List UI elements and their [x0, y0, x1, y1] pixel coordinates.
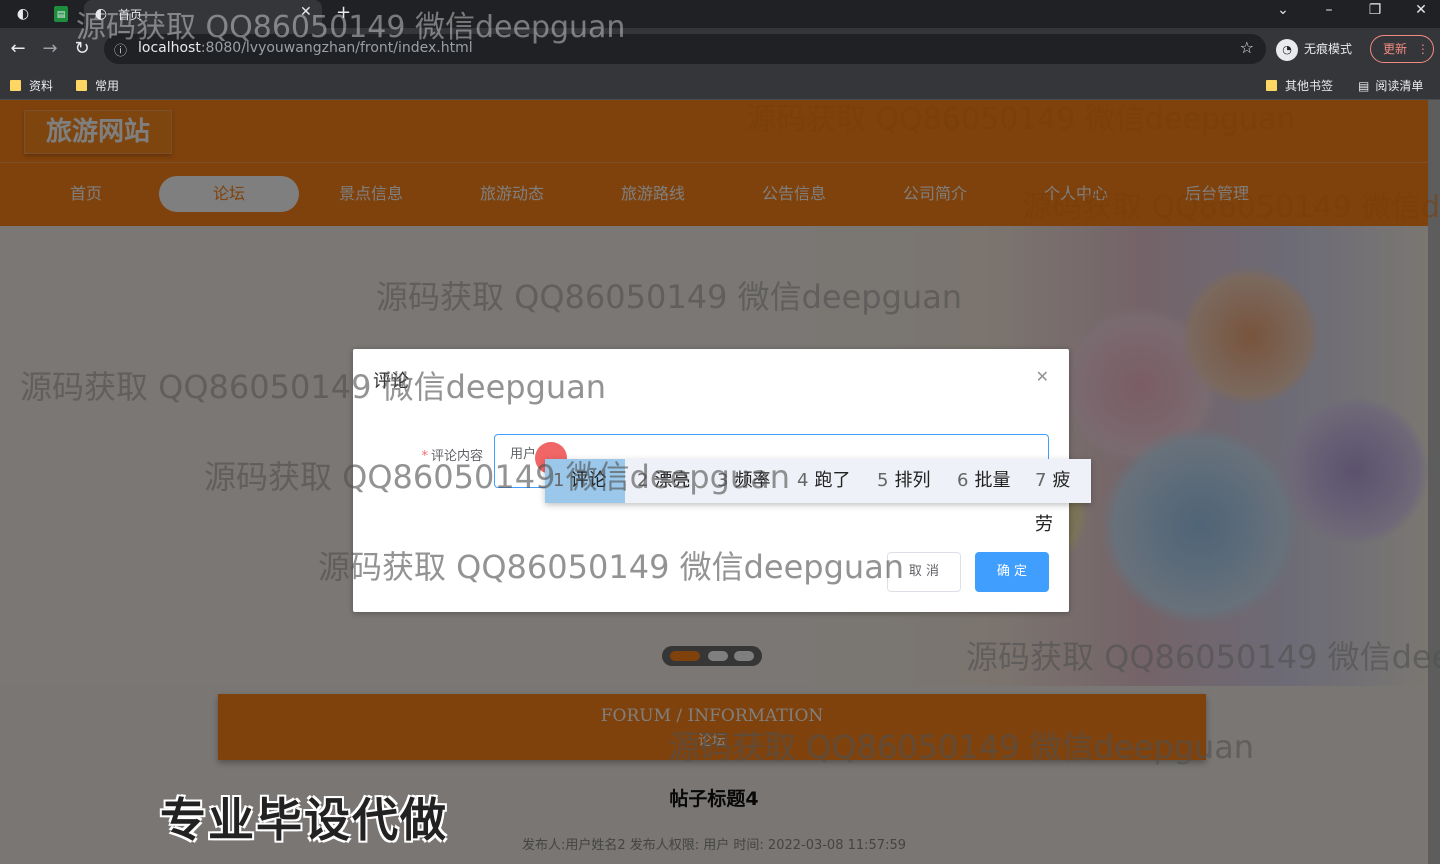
ime-candidate[interactable]: 2 漂亮 [629, 459, 698, 503]
new-tab-icon[interactable]: + [336, 2, 351, 23]
close-icon[interactable]: ✕ [1036, 367, 1049, 386]
folder-icon [1266, 80, 1277, 91]
incognito-icon: ◔ [1276, 38, 1298, 61]
browser-titlebar: ◐ ▤ ◐ 首页 ✕ + ⌄ – ❐ ✕ [0, 0, 1440, 28]
page-scrollbar[interactable] [1428, 100, 1440, 864]
reload-icon[interactable]: ↻ [70, 38, 94, 59]
address-bar[interactable]: ⓘ localhost:8080/lvyouwangzhan/front/ind… [104, 34, 1266, 64]
sheets-icon[interactable]: ▤ [54, 6, 68, 22]
ime-candidate[interactable]: 5 排列 [869, 459, 938, 503]
confirm-button[interactable]: 确 定 [975, 552, 1049, 592]
comment-textarea-value: 用户 [510, 447, 537, 462]
tab-favicon-icon: ◐ [94, 6, 108, 22]
bookmark-folder-other[interactable]: 其他书签 [1266, 77, 1333, 94]
bookmarks-bar: 资料 常用 其他书签 ▤ 阅读清单 [0, 70, 1440, 100]
ime-candidate[interactable]: 3 频率 [709, 459, 778, 503]
cancel-button[interactable]: 取 消 [887, 552, 961, 592]
reading-list-icon: ▤ [1358, 79, 1370, 93]
bookmark-folder-ziliao[interactable]: 资料 [10, 77, 53, 94]
reading-list[interactable]: ▤ 阅读清单 [1358, 77, 1423, 94]
ime-candidate[interactable]: 4 跑了 [789, 459, 858, 503]
dialog-title: 评论 [373, 371, 409, 392]
update-button[interactable]: 更新 ⋮ [1370, 35, 1434, 63]
browser-logo-icon: ◐ [16, 6, 30, 22]
ime-candidate[interactable]: 7 疲劳 [1027, 459, 1091, 535]
folder-icon [10, 80, 21, 91]
incognito-indicator[interactable]: ◔ 无痕模式 [1276, 36, 1352, 62]
site-info-icon[interactable]: ⓘ [114, 40, 127, 59]
restore-icon[interactable]: ❐ [1360, 2, 1390, 18]
minimize-icon[interactable]: – [1314, 2, 1344, 18]
tab-search-icon[interactable]: ⌄ [1268, 2, 1298, 18]
menu-dots-icon: ⋮ [1416, 42, 1429, 56]
forward-icon[interactable]: → [38, 38, 62, 59]
browser-tab[interactable]: ◐ 首页 ✕ [84, 0, 322, 28]
back-icon[interactable]: ← [6, 38, 30, 59]
ime-candidate[interactable]: 6 批量 [949, 459, 1018, 503]
tab-title: 首页 [118, 8, 143, 22]
bookmark-folder-changyong[interactable]: 常用 [76, 77, 119, 94]
window-close-icon[interactable]: ✕ [1406, 2, 1436, 18]
ime-candidate[interactable]: 1 评论 [545, 459, 625, 503]
bookmark-star-icon[interactable]: ☆ [1240, 38, 1254, 57]
ime-candidate-bar: 1 评论 2 漂亮 3 频率 4 跑了 5 排列 6 批量 7 疲劳 [545, 459, 1091, 535]
slogan-watermark: 专业毕设代做 [160, 793, 448, 847]
url-text[interactable]: localhost:8080/lvyouwangzhan/front/index… [138, 40, 473, 56]
tab-close-icon[interactable]: ✕ [300, 4, 312, 20]
browser-toolbar: ← → ↻ ⓘ localhost:8080/lvyouwangzhan/fro… [0, 28, 1440, 70]
folder-icon [76, 80, 87, 91]
comment-label: * 评论内容 [421, 449, 483, 464]
